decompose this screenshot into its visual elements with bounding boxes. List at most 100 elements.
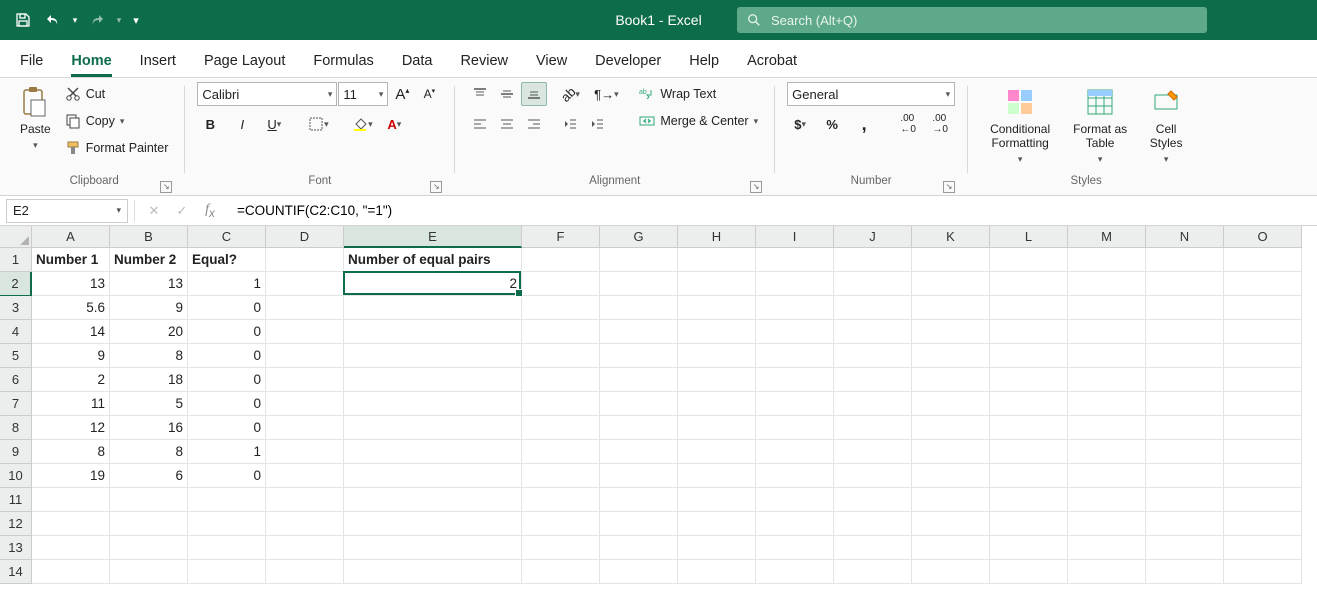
cell-I2[interactable] (756, 272, 834, 296)
col-header-C[interactable]: C (188, 226, 266, 248)
cell-G9[interactable] (600, 440, 678, 464)
row-header-13[interactable]: 13 (0, 536, 32, 560)
cell-D3[interactable] (266, 296, 344, 320)
cancel-formula-button[interactable]: ✕ (141, 199, 167, 223)
cell-A1[interactable]: Number 1 (32, 248, 110, 272)
cell-E2[interactable]: 2 (344, 272, 522, 296)
cell-N12[interactable] (1146, 512, 1224, 536)
cell-O9[interactable] (1224, 440, 1302, 464)
cell-G6[interactable] (600, 368, 678, 392)
cell-K13[interactable] (912, 536, 990, 560)
cell-A6[interactable]: 2 (32, 368, 110, 392)
cell-styles-button[interactable]: Cell Styles▾ (1140, 82, 1192, 168)
align-bottom-button[interactable] (521, 82, 547, 106)
cell-H11[interactable] (678, 488, 756, 512)
cell-B12[interactable] (110, 512, 188, 536)
col-header-H[interactable]: H (678, 226, 756, 248)
cell-O7[interactable] (1224, 392, 1302, 416)
cell-D12[interactable] (266, 512, 344, 536)
cell-F4[interactable] (522, 320, 600, 344)
cell-J4[interactable] (834, 320, 912, 344)
cell-G10[interactable] (600, 464, 678, 488)
cell-F8[interactable] (522, 416, 600, 440)
tab-data[interactable]: Data (402, 47, 433, 77)
cell-D14[interactable] (266, 560, 344, 584)
cell-D5[interactable] (266, 344, 344, 368)
cell-grid[interactable]: Number 1Number 2Equal?Number of equal pa… (32, 248, 1302, 584)
cell-F5[interactable] (522, 344, 600, 368)
cell-C3[interactable]: 0 (188, 296, 266, 320)
cell-N14[interactable] (1146, 560, 1224, 584)
cell-L10[interactable] (990, 464, 1068, 488)
cell-B1[interactable]: Number 2 (110, 248, 188, 272)
tab-help[interactable]: Help (689, 47, 719, 77)
cell-C2[interactable]: 1 (188, 272, 266, 296)
cell-L12[interactable] (990, 512, 1068, 536)
cell-M8[interactable] (1068, 416, 1146, 440)
tab-home[interactable]: Home (71, 47, 111, 77)
format-painter-button[interactable]: Format Painter (61, 136, 173, 160)
cell-B2[interactable]: 13 (110, 272, 188, 296)
decrease-decimal-button[interactable]: .00→0 (927, 112, 953, 136)
cell-I4[interactable] (756, 320, 834, 344)
cell-I12[interactable] (756, 512, 834, 536)
cell-I3[interactable] (756, 296, 834, 320)
search-input[interactable] (771, 13, 1197, 28)
cell-B4[interactable]: 20 (110, 320, 188, 344)
cell-E12[interactable] (344, 512, 522, 536)
cell-N13[interactable] (1146, 536, 1224, 560)
cell-D8[interactable] (266, 416, 344, 440)
cell-K14[interactable] (912, 560, 990, 584)
col-header-D[interactable]: D (266, 226, 344, 248)
cell-O12[interactable] (1224, 512, 1302, 536)
cell-C13[interactable] (188, 536, 266, 560)
cell-I8[interactable] (756, 416, 834, 440)
cell-O13[interactable] (1224, 536, 1302, 560)
align-left-button[interactable] (467, 112, 493, 136)
cell-H10[interactable] (678, 464, 756, 488)
cell-G3[interactable] (600, 296, 678, 320)
cell-L1[interactable] (990, 248, 1068, 272)
col-header-I[interactable]: I (756, 226, 834, 248)
cell-B7[interactable]: 5 (110, 392, 188, 416)
align-right-button[interactable] (521, 112, 547, 136)
row-header-5[interactable]: 5 (0, 344, 32, 368)
cell-K11[interactable] (912, 488, 990, 512)
cell-E9[interactable] (344, 440, 522, 464)
cell-E10[interactable] (344, 464, 522, 488)
cell-M4[interactable] (1068, 320, 1146, 344)
orientation-button[interactable]: ab▾ (557, 82, 583, 106)
row-headers[interactable]: 1234567891011121314 (0, 248, 32, 584)
cell-B5[interactable]: 8 (110, 344, 188, 368)
row-header-6[interactable]: 6 (0, 368, 32, 392)
decrease-font-button[interactable]: A▾ (416, 82, 442, 106)
col-header-J[interactable]: J (834, 226, 912, 248)
cell-E4[interactable] (344, 320, 522, 344)
cell-F7[interactable] (522, 392, 600, 416)
cell-I14[interactable] (756, 560, 834, 584)
bold-button[interactable]: B (197, 112, 223, 136)
cell-A7[interactable]: 11 (32, 392, 110, 416)
cell-J10[interactable] (834, 464, 912, 488)
col-header-A[interactable]: A (32, 226, 110, 248)
copy-button[interactable]: Copy▾ (61, 109, 173, 133)
row-header-12[interactable]: 12 (0, 512, 32, 536)
cell-N2[interactable] (1146, 272, 1224, 296)
wrap-text-button[interactable]: abWrap Text (635, 82, 762, 106)
enter-formula-button[interactable]: ✓ (169, 199, 195, 223)
col-header-B[interactable]: B (110, 226, 188, 248)
cell-A13[interactable] (32, 536, 110, 560)
cell-M13[interactable] (1068, 536, 1146, 560)
row-header-7[interactable]: 7 (0, 392, 32, 416)
cell-N1[interactable] (1146, 248, 1224, 272)
tab-review[interactable]: Review (460, 47, 508, 77)
undo-dropdown-icon[interactable]: ▾ (70, 15, 80, 26)
cell-A4[interactable]: 14 (32, 320, 110, 344)
cell-K1[interactable] (912, 248, 990, 272)
cell-D6[interactable] (266, 368, 344, 392)
row-header-1[interactable]: 1 (0, 248, 32, 272)
cell-F9[interactable] (522, 440, 600, 464)
tab-insert[interactable]: Insert (140, 47, 176, 77)
cell-N5[interactable] (1146, 344, 1224, 368)
cell-G2[interactable] (600, 272, 678, 296)
